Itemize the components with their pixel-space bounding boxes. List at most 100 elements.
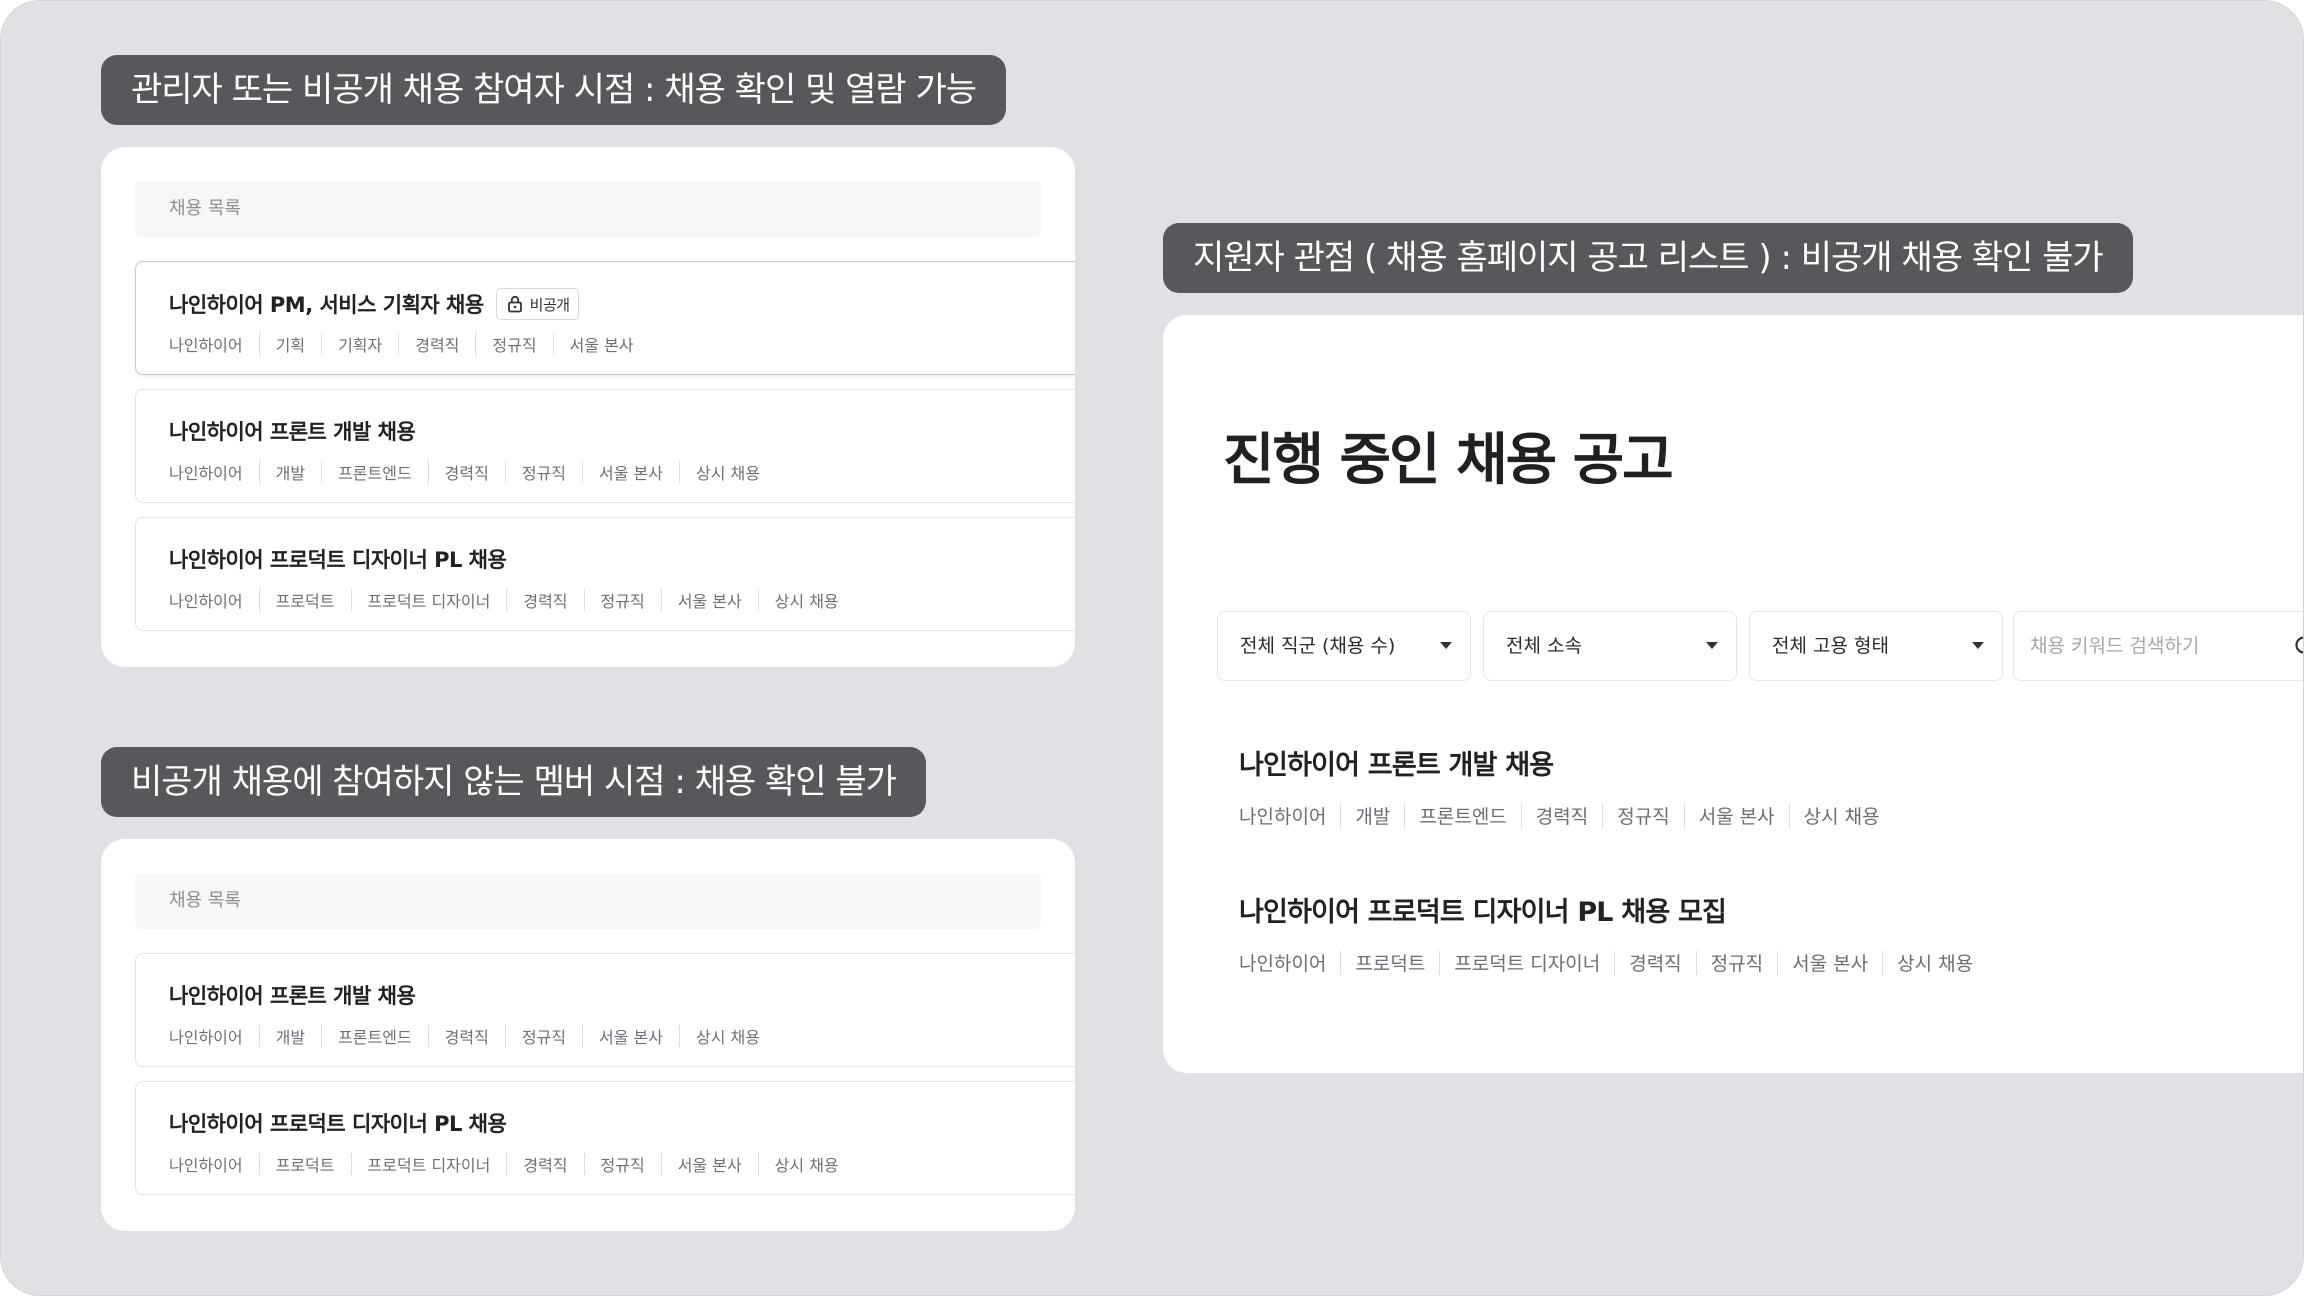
tag-divider <box>506 1153 508 1175</box>
tag: 정규직 <box>1710 953 1764 975</box>
tag-divider <box>475 333 477 355</box>
tag: 상시 채용 <box>1897 953 1974 975</box>
tag-divider <box>1439 950 1441 975</box>
chevron-down-icon <box>1972 642 1984 649</box>
tag: 나인하이어 <box>1239 806 1327 828</box>
tag: 상시 채용 <box>695 1028 760 1047</box>
tag-divider <box>258 1153 260 1175</box>
tag-divider <box>757 1153 759 1175</box>
employment-type-filter[interactable]: 전체 고용 형태 <box>1749 611 2003 681</box>
tag-divider <box>1614 950 1616 975</box>
tag-divider <box>506 589 508 611</box>
tag-divider <box>1683 803 1685 828</box>
tag: 경력직 <box>444 464 489 483</box>
lock-icon <box>507 295 522 313</box>
tag: 프로덕트 디자이너 <box>367 1156 491 1175</box>
tag-divider <box>350 589 352 611</box>
job-post-designer[interactable]: 나인하이어 프로덕트 디자이너 PL 채용 모집 나인하이어 프로덕트 프로덕트 디… <box>1239 890 1973 976</box>
tag: 프로덕트 <box>1355 953 1426 975</box>
tag-divider <box>398 333 400 355</box>
tag: 상시 채용 <box>695 464 760 483</box>
tag-divider <box>427 1025 429 1047</box>
job-title: 나인하이어 PM, 서비스 기획자 채용 비공개 <box>169 288 579 320</box>
search-input[interactable] <box>2030 630 2280 662</box>
tag: 개발 <box>275 464 306 483</box>
tag: 나인하이어 <box>169 1156 243 1175</box>
tag: 나인하이어 <box>169 1028 243 1047</box>
tag: 정규직 <box>600 592 645 611</box>
tag-divider <box>1340 950 1342 975</box>
post-title: 나인하이어 프론트 개발 채용 <box>1239 750 1554 781</box>
tag-divider <box>582 461 584 483</box>
tag-divider <box>678 461 680 483</box>
job-tags: 나인하이어 프로덕트 프로덕트 디자이너 경력직 정규직 서울 본사 상시 채용 <box>169 1152 839 1176</box>
tag: 경력직 <box>1535 806 1589 828</box>
job-card-frontend[interactable]: 나인하이어 프론트 개발 채용 나인하이어 개발 프론트엔드 경력직 정규직 서울 본사 상… <box>135 389 1075 503</box>
job-post-frontend[interactable]: 나인하이어 프론트 개발 채용 나인하이어 개발 프론트엔드 경력직 정규직 서울 본사 상… <box>1239 743 1880 829</box>
tag-divider <box>321 461 323 483</box>
post-tags: 나인하이어 개발 프론트엔드 경력직 정규직 서울 본사 상시 채용 <box>1239 802 1880 829</box>
search-icon[interactable] <box>2293 634 2304 660</box>
job-card-pm[interactable]: 나인하이어 PM, 서비스 기획자 채용 비공개 나인하이어 기획 기획자 경력직 정규… <box>135 261 1075 375</box>
tag: 정규직 <box>1617 806 1670 828</box>
tag: 서울 본사 <box>1698 806 1775 828</box>
filter-label: 전체 직군 (채용 수) <box>1240 635 1396 657</box>
tag: 정규직 <box>600 1156 645 1175</box>
private-badge: 비공개 <box>495 288 579 320</box>
tag-divider <box>583 1153 585 1175</box>
job-tags: 나인하이어 프로덕트 프로덕트 디자이너 경력직 정규직 서울 본사 상시 채용 <box>169 588 839 612</box>
tag-divider <box>660 589 662 611</box>
private-badge-label: 비공개 <box>529 295 570 314</box>
tag-divider <box>678 1025 680 1047</box>
tag-divider <box>258 333 260 355</box>
tag: 정규직 <box>492 336 537 355</box>
admin-view-caption: 관리자 또는 비공개 채용 참여자 시점 : 채용 확인 및 열람 가능 <box>101 55 1007 125</box>
keyword-search-box[interactable] <box>2013 611 2304 681</box>
tag: 프로덕트 디자이너 <box>367 592 491 611</box>
tag-divider <box>258 1025 260 1047</box>
careers-page-panel: 진행 중인 채용 공고 전체 직군 (채용 수) 전체 소속 전체 고용 형태 … <box>1163 315 2304 1073</box>
tag: 개발 <box>275 1028 306 1047</box>
tag-divider <box>321 333 323 355</box>
chevron-down-icon <box>1706 642 1718 649</box>
job-card-designer[interactable]: 나인하이어 프로덕트 디자이너 PL 채용 나인하이어 프로덕트 프로덕트 디자이너… <box>135 517 1075 631</box>
tag: 나인하이어 <box>169 336 243 355</box>
tag-divider <box>583 589 585 611</box>
tag: 서울 본사 <box>677 1156 742 1175</box>
applicant-view-caption: 지원자 관점 ( 채용 홈페이지 공고 리스트 ) : 비공개 채용 확인 불가 <box>1163 223 2133 293</box>
tag: 프로덕트 <box>275 1156 335 1175</box>
tag: 나인하이어 <box>169 464 243 483</box>
tag-divider <box>582 1025 584 1047</box>
job-card-designer[interactable]: 나인하이어 프로덕트 디자이너 PL 채용 나인하이어 프로덕트 프로덕트 디자이너… <box>135 1081 1075 1195</box>
job-category-filter[interactable]: 전체 직군 (채용 수) <box>1217 611 1471 681</box>
tag-divider <box>757 589 759 611</box>
tag: 경력직 <box>415 336 460 355</box>
affiliation-filter[interactable]: 전체 소속 <box>1483 611 1737 681</box>
member-view-caption: 비공개 채용에 참여하지 않는 멤버 시점 : 채용 확인 불가 <box>101 747 926 817</box>
tag-divider <box>321 1025 323 1047</box>
job-tags: 나인하이어 개발 프론트엔드 경력직 정규직 서울 본사 상시 채용 <box>169 1024 760 1048</box>
chevron-down-icon <box>1440 642 1452 649</box>
tag: 정규직 <box>521 1028 567 1047</box>
tag: 서울 본사 <box>599 464 663 483</box>
job-card-frontend[interactable]: 나인하이어 프론트 개발 채용 나인하이어 개발 프론트엔드 경력직 정규직 서울 본사 상… <box>135 953 1075 1067</box>
tag-divider <box>350 1153 352 1175</box>
tag: 기획 <box>275 336 306 355</box>
tag: 개발 <box>1355 806 1391 828</box>
filter-label: 전체 고용 형태 <box>1772 635 1889 657</box>
tag-divider <box>660 1153 662 1175</box>
tag-divider <box>1404 803 1406 828</box>
admin-job-list-panel: 채용 목록 나인하이어 PM, 서비스 기획자 채용 비공개 나인하이어 기획 기획… <box>101 147 1075 667</box>
tag: 서울 본사 <box>677 592 742 611</box>
job-tags: 나인하이어 기획 기획자 경력직 정규직 서울 본사 <box>169 332 634 356</box>
list-header: 채용 목록 <box>135 873 1041 929</box>
tag-divider <box>1777 950 1779 975</box>
tag: 정규직 <box>521 464 567 483</box>
tag: 경력직 <box>444 1028 489 1047</box>
tag-divider <box>258 589 260 611</box>
tag: 기획자 <box>338 336 383 355</box>
job-title: 나인하이어 프론트 개발 채용 <box>169 420 416 444</box>
tag: 서울 본사 <box>569 336 634 355</box>
list-header: 채용 목록 <box>135 181 1041 237</box>
post-tags: 나인하이어 프로덕트 프로덕트 디자이너 경력직 정규직 서울 본사 상시 채용 <box>1239 949 1973 976</box>
